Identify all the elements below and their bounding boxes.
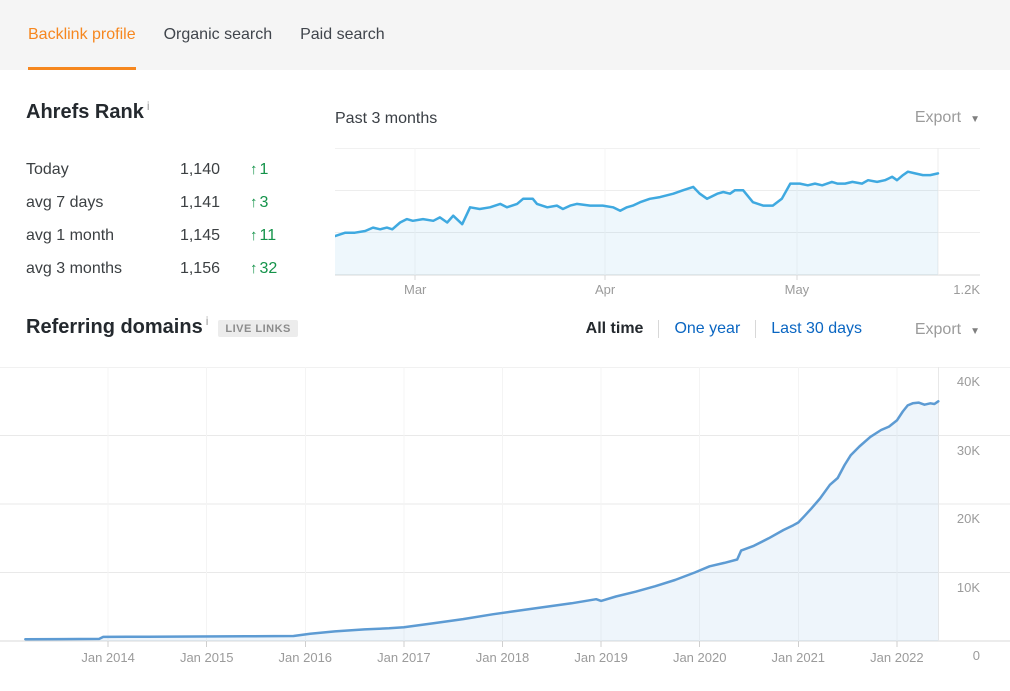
stat-row-avg-7-days: avg 7 days 1,141 ↑3 [26, 186, 277, 219]
rank-chart[interactable]: Mar Apr May 1.2K [335, 148, 980, 298]
tab-paid-search[interactable]: Paid search [300, 0, 385, 70]
ahrefs-rank-stats: Today 1,140 ↑1 avg 7 days 1,141 ↑3 avg 1… [26, 153, 277, 285]
stat-value: 1,140 [160, 161, 220, 179]
x-axis-label: Apr [580, 282, 630, 297]
tab-backlink-profile[interactable]: Backlink profile [28, 0, 136, 70]
y-axis-label: 40K [920, 374, 980, 389]
x-axis-label: May [772, 282, 822, 297]
x-axis-label: Jan 2015 [167, 650, 247, 665]
stat-delta: ↑3 [250, 194, 268, 212]
tab-organic-search[interactable]: Organic search [164, 0, 273, 70]
filter-last-30-days[interactable]: Last 30 days [771, 320, 862, 338]
x-axis-label: Jan 2017 [364, 650, 444, 665]
x-axis-label: Mar [390, 282, 440, 297]
arrow-up-icon: ↑ [250, 260, 258, 277]
filter-separator [658, 320, 659, 338]
export-button-rank[interactable]: Export ▼ [915, 109, 980, 127]
export-label: Export [915, 109, 961, 127]
arrow-up-icon: ↑ [250, 227, 258, 244]
referring-domains-title: Referring domainsi LIVE LINKS [26, 316, 298, 339]
stat-label: avg 1 month [26, 227, 160, 245]
stat-label: avg 3 months [26, 260, 160, 278]
referring-domains-title-text: Referring domains [26, 316, 203, 339]
filter-separator [755, 320, 756, 338]
y-axis-label: 1.2K [920, 282, 980, 297]
y-axis-label: 20K [920, 511, 980, 526]
time-range-filters: All time One year Last 30 days [586, 320, 862, 338]
tab-bar: Backlink profile Organic search Paid sea… [0, 0, 1010, 70]
chevron-down-icon: ▼ [970, 114, 980, 125]
info-icon[interactable]: i [206, 314, 209, 328]
x-axis-label: Jan 2019 [561, 650, 641, 665]
x-axis-label: Jan 2020 [660, 650, 740, 665]
stat-delta-value: 11 [260, 227, 277, 245]
x-axis-label: Jan 2016 [265, 650, 345, 665]
export-button-domains[interactable]: Export ▼ [915, 321, 980, 339]
stat-value: 1,156 [160, 260, 220, 278]
x-axis-label: Jan 2021 [758, 650, 838, 665]
stat-delta: ↑1 [250, 161, 268, 179]
stat-row-avg-3-months: avg 3 months 1,156 ↑32 [26, 252, 277, 285]
x-axis-label: Jan 2014 [68, 650, 148, 665]
stat-delta: ↑32 [250, 260, 277, 278]
y-axis-label: 30K [920, 443, 980, 458]
x-axis-label: Jan 2022 [857, 650, 937, 665]
info-icon[interactable]: i [147, 99, 150, 113]
export-label: Export [915, 321, 961, 339]
stat-value: 1,145 [160, 227, 220, 245]
stat-value: 1,141 [160, 194, 220, 212]
referring-domains-chart-canvas[interactable] [0, 367, 1010, 647]
rank-chart-range-label: Past 3 months [335, 110, 437, 128]
stat-delta-value: 3 [260, 194, 269, 212]
stat-delta: ↑11 [250, 227, 276, 245]
stat-row-today: Today 1,140 ↑1 [26, 153, 277, 186]
y-axis-label: 10K [920, 580, 980, 595]
referring-domains-chart[interactable]: 40K30K20K10K0 Jan 2014Jan 2015Jan 2016Ja… [0, 367, 1010, 667]
x-axis-label: Jan 2018 [463, 650, 543, 665]
stat-row-avg-1-month: avg 1 month 1,145 ↑11 [26, 219, 277, 252]
arrow-up-icon: ↑ [250, 194, 258, 211]
stat-label: Today [26, 161, 160, 179]
arrow-up-icon: ↑ [250, 161, 258, 178]
filter-one-year[interactable]: One year [674, 320, 740, 338]
ahrefs-rank-title: Ahrefs Ranki [26, 101, 149, 124]
live-links-badge: LIVE LINKS [218, 320, 298, 337]
chevron-down-icon: ▼ [970, 326, 980, 337]
stat-label: avg 7 days [26, 194, 160, 212]
stat-delta-value: 32 [260, 260, 278, 278]
filter-all-time[interactable]: All time [586, 320, 644, 338]
stat-delta-value: 1 [260, 161, 269, 179]
rank-chart-canvas[interactable] [335, 148, 980, 281]
ahrefs-rank-title-text: Ahrefs Rank [26, 101, 144, 124]
